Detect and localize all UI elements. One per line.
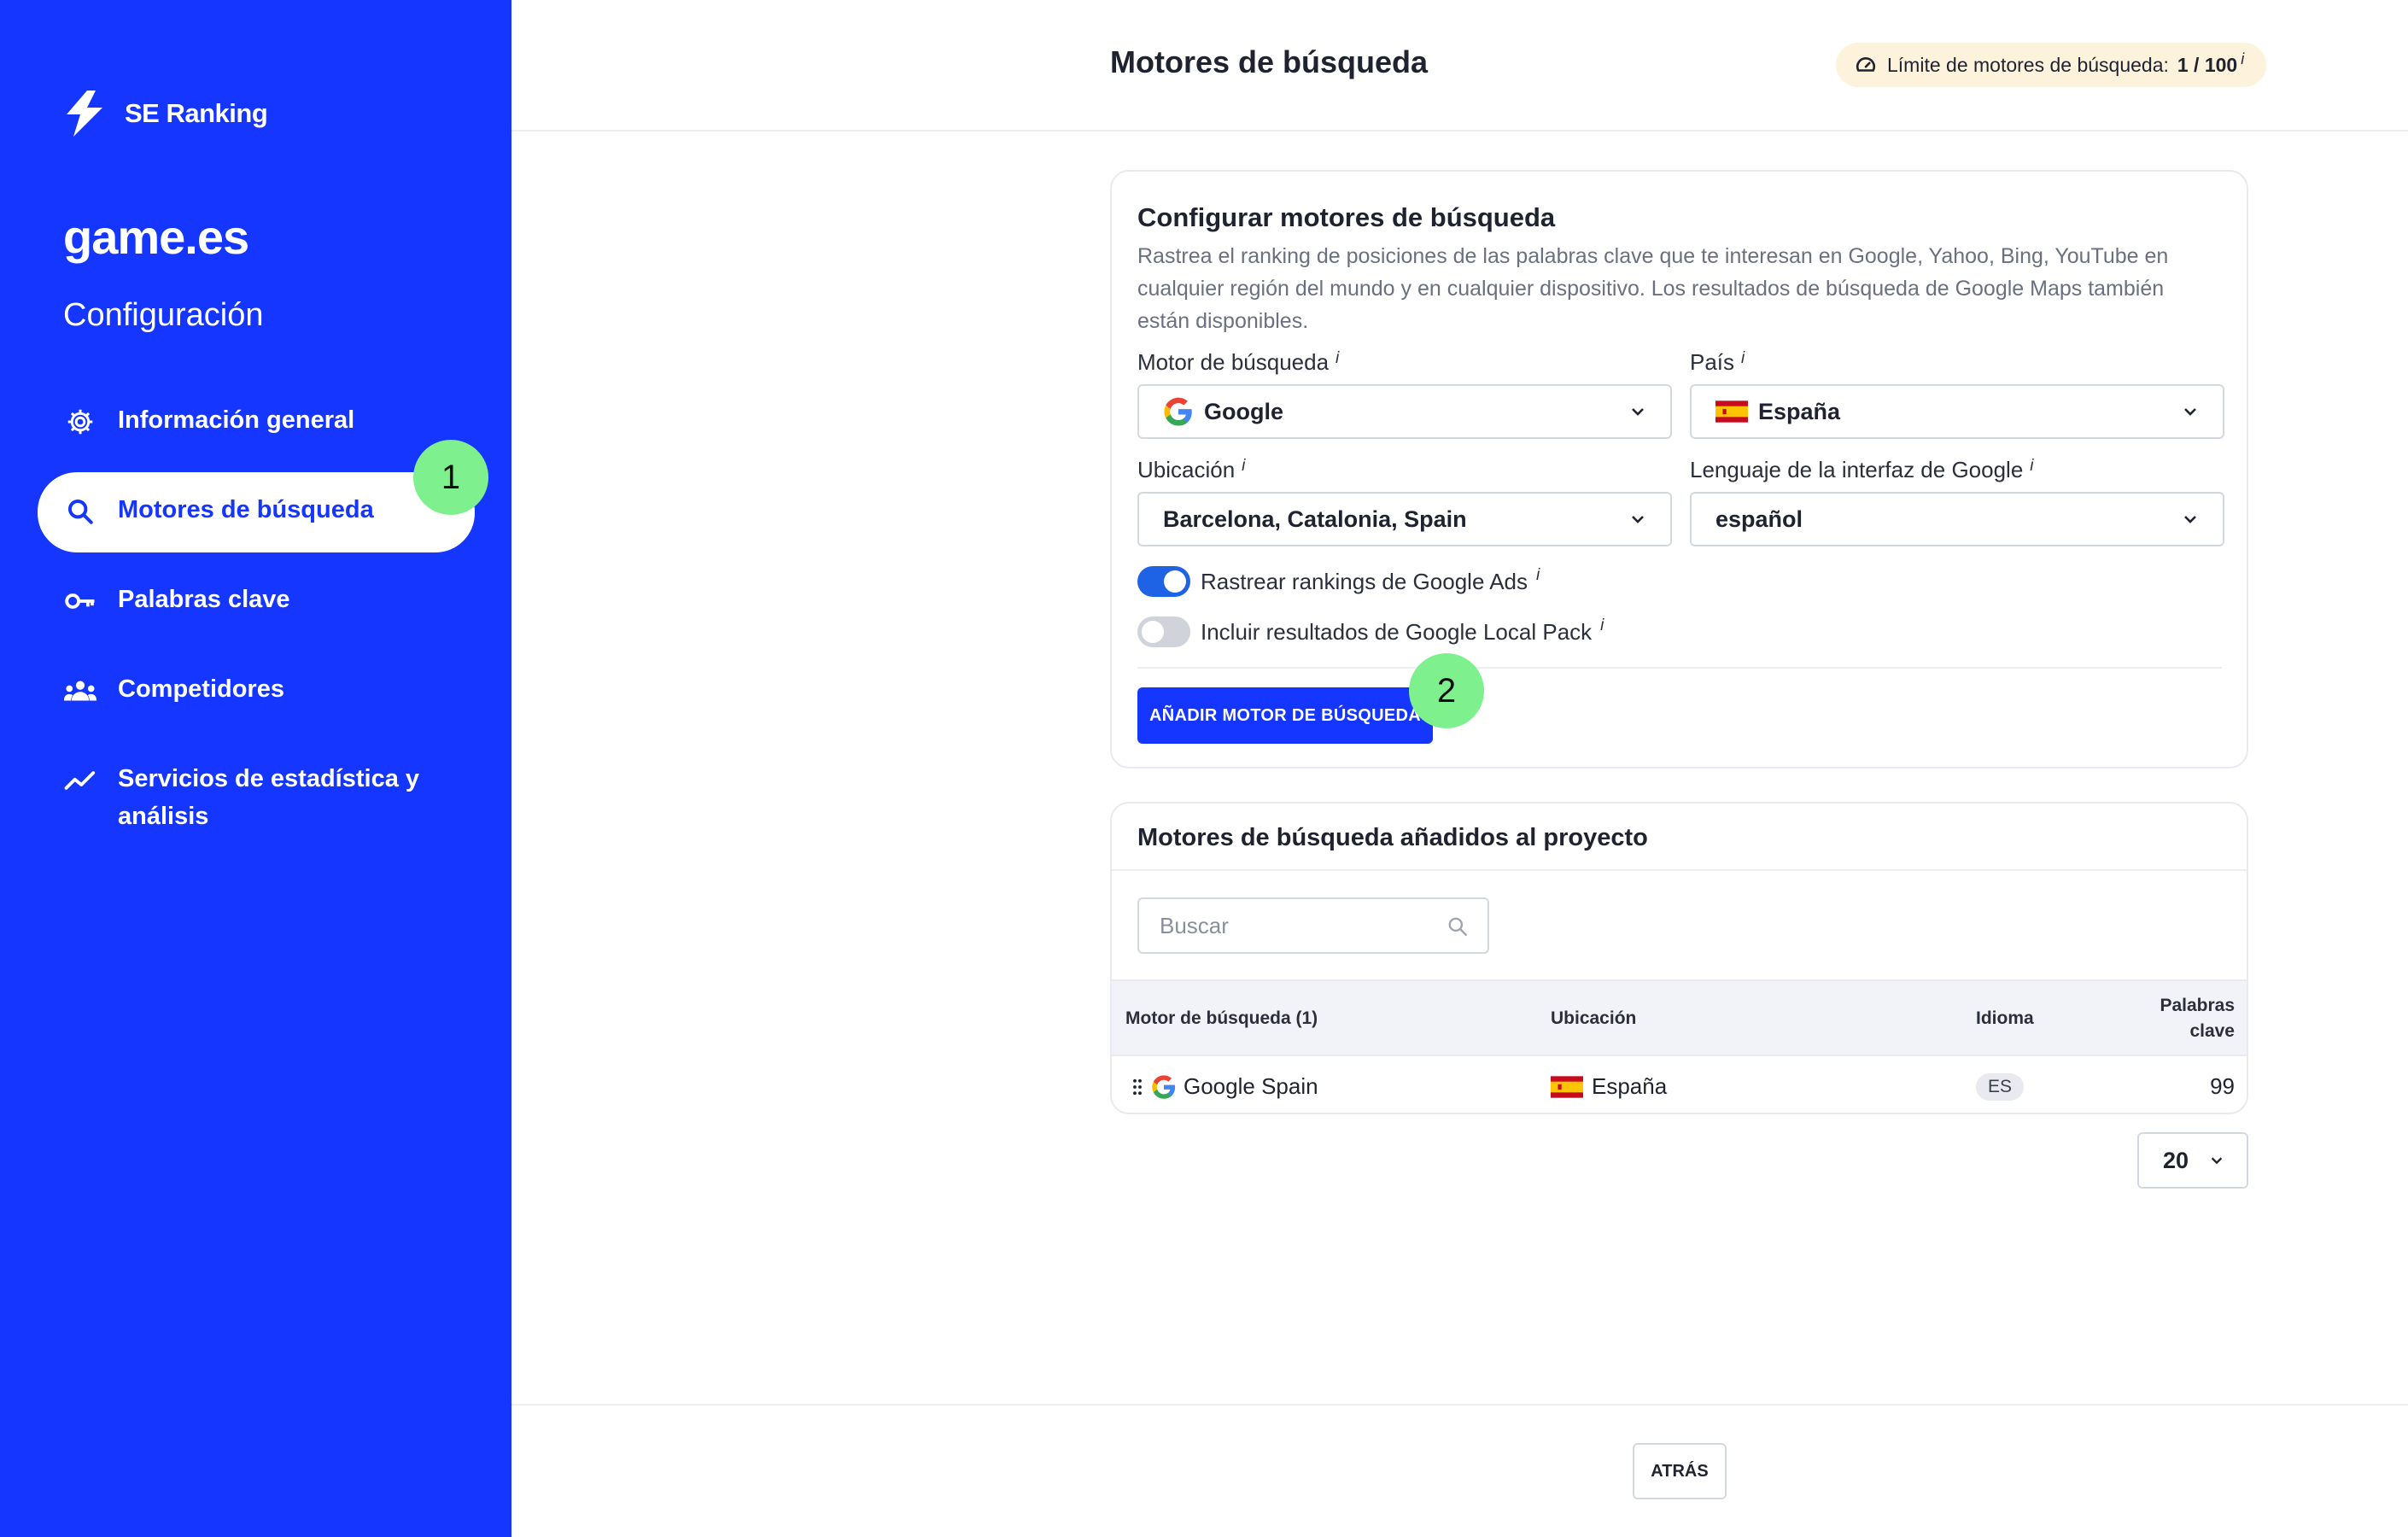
footer-bar	[511, 1404, 2408, 1537]
language-cell: ES	[1976, 1073, 2025, 1101]
trend-icon	[63, 763, 97, 798]
keywords-count: 99	[2210, 1073, 2235, 1099]
key-icon	[63, 584, 97, 618]
gauge-icon	[1856, 56, 1876, 72]
section-title: Configuración	[63, 297, 264, 333]
location-field-label: Ubicación i	[1137, 457, 1245, 483]
local-pack-toggle-row: Incluir resultados de Google Local Pack …	[1137, 617, 1604, 647]
google-ads-toggle-label: Rastrear rankings de Google Ads	[1201, 568, 1528, 594]
local-pack-toggle-label: Incluir resultados de Google Local Pack	[1201, 618, 1593, 645]
add-engine-button[interactable]: AÑADIR MOTOR DE BÚSQUEDA	[1137, 687, 1433, 744]
bolt-logo-icon	[67, 91, 102, 137]
per-page-value: 20	[2163, 1147, 2189, 1173]
location-cell: España	[1551, 1073, 1667, 1100]
table-header: Motor de búsqueda (1) Ubicación Idioma P…	[1112, 979, 2247, 1056]
table-row[interactable]: Google Spain España ES 99	[1112, 1056, 2247, 1113]
chevron-down-icon	[2211, 1157, 2223, 1165]
info-icon[interactable]: i	[2241, 50, 2244, 68]
divider	[1112, 869, 2247, 871]
google-icon	[1163, 396, 1194, 427]
country-label-text: País	[1690, 349, 1735, 375]
users-icon	[63, 674, 97, 708]
added-engines-title: Motores de búsqueda añadidos al proyecto	[1137, 824, 1648, 851]
country-field-label: País i	[1690, 349, 1745, 376]
page-title: Motores de búsqueda	[1110, 44, 1429, 79]
column-header-engine[interactable]: Motor de búsqueda (1)	[1125, 1008, 1318, 1029]
chevron-down-icon	[2184, 516, 2196, 523]
engine-limit-badge: Límite de motores de búsqueda: 1 / 100 i	[1836, 43, 2267, 87]
sidebar-item-label: Servicios de estadística y análisis	[118, 765, 420, 830]
country-select-value: España	[1758, 398, 1841, 424]
configure-title: Configurar motores de búsqueda	[1137, 202, 1556, 232]
engine-select[interactable]: Google	[1137, 384, 1672, 439]
gear-icon	[63, 405, 97, 439]
info-icon[interactable]: i	[1741, 349, 1745, 367]
step-marker-1: 1	[413, 440, 488, 515]
back-button[interactable]: ATRÁS	[1633, 1443, 1727, 1499]
sidebar-item-label: Competidores	[118, 675, 284, 703]
language-field-label: Lenguaje de la interfaz de Google i	[1690, 457, 2034, 483]
brand-name: SE Ranking	[125, 98, 268, 128]
language-select[interactable]: español	[1690, 492, 2224, 546]
chevron-down-icon	[2184, 408, 2196, 416]
google-icon	[1151, 1074, 1177, 1100]
project-name: game.es	[63, 210, 249, 264]
info-icon[interactable]: i	[1242, 457, 1245, 475]
location-name: España	[1592, 1073, 1668, 1099]
column-header-keywords[interactable]: Palabras clave	[2160, 993, 2235, 1044]
location-select-value: Barcelona, Catalonia, Spain	[1163, 506, 1467, 532]
engine-select-value: Google	[1204, 398, 1283, 424]
sidebar-item-general-info[interactable]: Información general	[38, 383, 475, 463]
step-marker-2: 2	[1409, 653, 1484, 728]
search-icon	[63, 494, 97, 529]
configure-engines-card: Configurar motores de búsqueda Rastrea e…	[1110, 170, 2248, 768]
sidebar-item-search-engines[interactable]: Motores de búsqueda	[38, 472, 475, 552]
country-select[interactable]: España	[1690, 384, 2224, 439]
sidebar-item-analytics[interactable]: Servicios de estadística y análisis	[38, 741, 475, 852]
sidebar-item-competitors[interactable]: Competidores	[38, 652, 475, 732]
info-icon[interactable]: i	[1336, 349, 1339, 367]
keywords-header-line2: clave	[2189, 1021, 2235, 1041]
engine-search-input[interactable]	[1160, 912, 1433, 939]
sidebar-item-label: Información general	[118, 406, 355, 434]
keywords-header-line1: Palabras	[2160, 996, 2235, 1015]
google-ads-toggle-row: Rastrear rankings de Google Ads i	[1137, 566, 1540, 597]
engine-search-box	[1137, 897, 1489, 954]
language-label-text: Lenguaje de la interfaz de Google	[1690, 457, 2024, 482]
google-ads-toggle[interactable]	[1137, 566, 1190, 597]
chevron-down-icon	[1632, 408, 1644, 416]
engine-field-label: Motor de búsqueda i	[1137, 349, 1339, 376]
engine-name: Google Spain	[1184, 1073, 1318, 1099]
configure-description: Rastrea el ranking de posiciones de las …	[1137, 244, 2169, 333]
drag-handle-icon[interactable]	[1132, 1078, 1143, 1096]
sidebar-item-keywords[interactable]: Palabras clave	[38, 562, 475, 642]
limit-label: Límite de motores de búsqueda:	[1887, 53, 2169, 76]
added-engines-card: Motores de búsqueda añadidos al proyecto…	[1110, 802, 2248, 1114]
divider	[1137, 667, 2222, 669]
column-header-location[interactable]: Ubicación	[1551, 1008, 1636, 1029]
spain-flag-icon	[1715, 400, 1748, 423]
spain-flag-icon	[1551, 1075, 1583, 1098]
chevron-down-icon	[1632, 516, 1644, 523]
column-header-language[interactable]: Idioma	[1976, 1008, 2034, 1029]
sidebar-nav: Información general Motores de búsqueda …	[38, 383, 475, 862]
limit-value: 1 / 100	[2177, 53, 2238, 76]
sidebar-item-label: Motores de búsqueda	[118, 496, 374, 523]
engine-cell: Google Spain	[1132, 1073, 1318, 1100]
per-page-select[interactable]: 20	[2137, 1132, 2248, 1189]
search-icon	[1448, 917, 1467, 936]
sidebar-item-label: Palabras clave	[118, 586, 290, 613]
info-icon[interactable]: i	[2030, 457, 2033, 475]
location-label-text: Ubicación	[1137, 457, 1236, 482]
info-icon[interactable]: i	[1536, 566, 1540, 585]
info-icon[interactable]: i	[1600, 617, 1604, 635]
engine-label-text: Motor de búsqueda	[1137, 349, 1330, 375]
language-badge: ES	[1976, 1073, 2025, 1101]
brand-logo[interactable]: SE Ranking	[61, 89, 268, 138]
sidebar: SE Ranking game.es Configuración Informa…	[0, 0, 511, 1537]
language-select-value: español	[1715, 506, 1803, 532]
location-select[interactable]: Barcelona, Catalonia, Spain	[1137, 492, 1672, 546]
keywords-cell: 99	[2210, 1073, 2235, 1100]
local-pack-toggle[interactable]	[1137, 617, 1190, 647]
